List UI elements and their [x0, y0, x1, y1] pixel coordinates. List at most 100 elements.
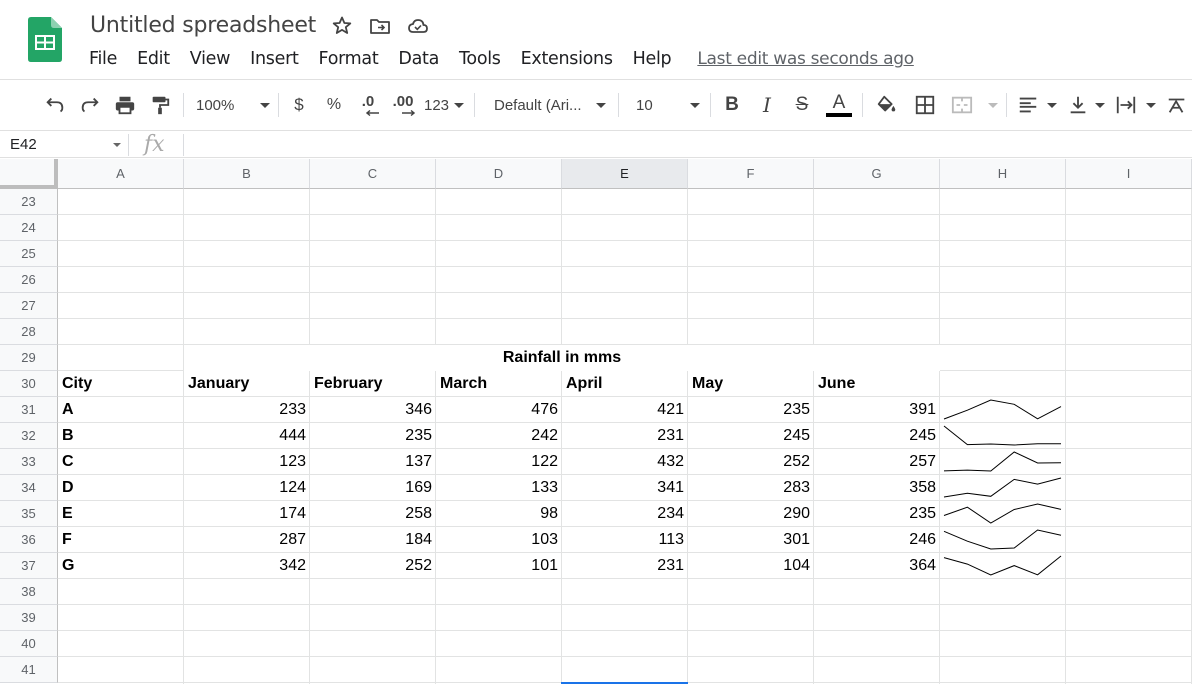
- row-header-25[interactable]: 25: [0, 241, 58, 267]
- value-cell[interactable]: 258: [310, 501, 436, 527]
- document-title[interactable]: Untitled spreadsheet: [90, 13, 316, 38]
- row-header-33[interactable]: 33: [0, 449, 58, 475]
- vertical-align-button[interactable]: [1067, 93, 1105, 117]
- menu-insert[interactable]: Insert: [250, 49, 299, 69]
- strikethrough-button[interactable]: S: [792, 93, 812, 117]
- value-cell[interactable]: 257: [814, 449, 940, 475]
- value-cell[interactable]: 235: [814, 501, 940, 527]
- value-cell[interactable]: 476: [436, 397, 562, 423]
- city-cell[interactable]: F: [58, 527, 184, 553]
- percent-format-button[interactable]: %: [324, 93, 344, 117]
- text-wrapping-button[interactable]: [1114, 93, 1156, 117]
- value-cell[interactable]: 421: [562, 397, 688, 423]
- menu-view[interactable]: View: [190, 49, 231, 69]
- header-cell[interactable]: May: [688, 371, 814, 397]
- name-box[interactable]: E42: [10, 136, 37, 153]
- value-cell[interactable]: 301: [688, 527, 814, 553]
- last-edit-link[interactable]: Last edit was seconds ago: [697, 49, 914, 69]
- merge-cells-button[interactable]: [950, 93, 998, 117]
- menu-data[interactable]: Data: [398, 49, 439, 69]
- header-cell[interactable]: January: [184, 371, 310, 397]
- row-header-28[interactable]: 28: [0, 319, 58, 345]
- row-header-27[interactable]: 27: [0, 293, 58, 319]
- redo-button[interactable]: [77, 93, 103, 117]
- column-header-f[interactable]: F: [688, 159, 814, 189]
- print-button[interactable]: [112, 93, 138, 117]
- column-header-g[interactable]: G: [814, 159, 940, 189]
- value-cell[interactable]: 98: [436, 501, 562, 527]
- value-cell[interactable]: 391: [814, 397, 940, 423]
- menu-help[interactable]: Help: [633, 49, 672, 69]
- value-cell[interactable]: 184: [310, 527, 436, 553]
- city-cell[interactable]: B: [58, 423, 184, 449]
- value-cell[interactable]: 245: [688, 423, 814, 449]
- header-cell[interactable]: April: [562, 371, 688, 397]
- city-cell[interactable]: C: [58, 449, 184, 475]
- zoom-select[interactable]: 100%: [196, 93, 270, 117]
- row-header-41[interactable]: 41: [0, 657, 58, 683]
- value-cell[interactable]: 133: [436, 475, 562, 501]
- city-cell[interactable]: D: [58, 475, 184, 501]
- menu-format[interactable]: Format: [319, 49, 379, 69]
- increase-decimal-button[interactable]: .00: [390, 93, 416, 117]
- value-cell[interactable]: 124: [184, 475, 310, 501]
- column-header-h[interactable]: H: [940, 159, 1066, 189]
- row-header-32[interactable]: 32: [0, 423, 58, 449]
- menu-tools[interactable]: Tools: [459, 49, 501, 69]
- borders-button[interactable]: [913, 93, 937, 117]
- more-formats-button[interactable]: 123: [424, 93, 464, 117]
- row-header-26[interactable]: 26: [0, 267, 58, 293]
- column-header-a[interactable]: A: [58, 159, 184, 189]
- row-header-37[interactable]: 37: [0, 553, 58, 579]
- value-cell[interactable]: 246: [814, 527, 940, 553]
- horizontal-align-button[interactable]: [1017, 93, 1057, 117]
- row-header-36[interactable]: 36: [0, 527, 58, 553]
- select-all-corner[interactable]: [0, 159, 58, 189]
- value-cell[interactable]: 169: [310, 475, 436, 501]
- row-header-29[interactable]: 29: [0, 345, 58, 371]
- value-cell[interactable]: 287: [184, 527, 310, 553]
- row-header-30[interactable]: 30: [0, 371, 58, 397]
- sheet-title-cell[interactable]: Rainfall in mms: [184, 345, 940, 371]
- value-cell[interactable]: 245: [814, 423, 940, 449]
- column-header-d[interactable]: D: [436, 159, 562, 189]
- value-cell[interactable]: 364: [814, 553, 940, 579]
- row-header-24[interactable]: 24: [0, 215, 58, 241]
- column-header-c[interactable]: C: [310, 159, 436, 189]
- value-cell[interactable]: 137: [310, 449, 436, 475]
- row-header-23[interactable]: 23: [0, 189, 58, 215]
- value-cell[interactable]: 235: [688, 397, 814, 423]
- value-cell[interactable]: 101: [436, 553, 562, 579]
- row-header-35[interactable]: 35: [0, 501, 58, 527]
- column-header-e[interactable]: E: [562, 159, 688, 189]
- value-cell[interactable]: 358: [814, 475, 940, 501]
- italic-button[interactable]: I: [757, 93, 777, 117]
- menu-file[interactable]: File: [89, 49, 117, 69]
- header-cell[interactable]: March: [436, 371, 562, 397]
- fill-color-button[interactable]: [875, 93, 899, 117]
- chevron-down-icon[interactable]: [113, 143, 121, 147]
- header-cell[interactable]: June: [814, 371, 940, 397]
- font-family-select[interactable]: Default (Ari...: [494, 93, 606, 117]
- value-cell[interactable]: 123: [184, 449, 310, 475]
- spreadsheet-grid[interactable]: ABCDEFGHI 23 24 25 26 27 28 29 30 31 32 33 34 35 36 37…: [0, 159, 1192, 684]
- font-size-select[interactable]: 10: [636, 93, 700, 117]
- row-header-38[interactable]: 38: [0, 579, 58, 605]
- column-header-b[interactable]: B: [184, 159, 310, 189]
- bold-button[interactable]: B: [722, 93, 742, 117]
- value-cell[interactable]: 252: [688, 449, 814, 475]
- value-cell[interactable]: 235: [310, 423, 436, 449]
- value-cell[interactable]: 113: [562, 527, 688, 553]
- value-cell[interactable]: 231: [562, 423, 688, 449]
- cloud-saved-icon[interactable]: [406, 14, 430, 38]
- value-cell[interactable]: 104: [688, 553, 814, 579]
- city-cell[interactable]: A: [58, 397, 184, 423]
- value-cell[interactable]: 342: [184, 553, 310, 579]
- header-cell[interactable]: February: [310, 371, 436, 397]
- value-cell[interactable]: 122: [436, 449, 562, 475]
- star-icon[interactable]: [330, 14, 354, 38]
- row-header-39[interactable]: 39: [0, 605, 58, 631]
- value-cell[interactable]: 444: [184, 423, 310, 449]
- paint-format-button[interactable]: [147, 93, 173, 117]
- value-cell[interactable]: 283: [688, 475, 814, 501]
